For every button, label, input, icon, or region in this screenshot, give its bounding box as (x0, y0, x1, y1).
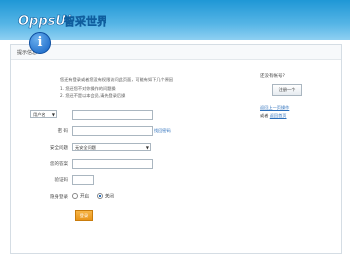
back-link[interactable]: 返回上一页操作 (260, 105, 289, 111)
stealth-row: 隐身登录 开启 关闭 (30, 192, 230, 202)
message-line-2: 1. 您还您不对你操作的问题操 (60, 86, 116, 91)
chevron-down-icon: ▼ (145, 145, 149, 150)
captcha-label: 验证码 (54, 178, 69, 183)
chevron-down-icon: ▼ (51, 112, 55, 117)
site-header: OppsU! 智采世界 (0, 0, 350, 40)
password-input[interactable] (72, 126, 153, 136)
security-row: 安全问题 无安全问题 ▼ (30, 143, 230, 153)
stealth-options: 开启 关闭 (72, 193, 114, 200)
answer-label: 您的答案 (50, 162, 68, 167)
password-label: 密 码 (57, 129, 68, 134)
register-button[interactable]: 注册一个 (272, 84, 302, 96)
message-line-1: 您还有登录或者您没有权限访问此页面，可能有如下几个原因 (60, 77, 174, 82)
security-label: 安全问题 (50, 146, 68, 151)
user-type-value: 用户名 (33, 112, 46, 117)
panel-title-bar: 提示信息 (11, 45, 341, 60)
radio-off[interactable] (96, 193, 103, 199)
message-line-3: 2. 您还不是以本会员,请先登录后操 (60, 93, 126, 98)
username-row: 用户名 ▼ (30, 110, 230, 120)
forgot-password-link[interactable]: 找回密码 (154, 128, 171, 134)
security-question-select[interactable]: 无安全问题 ▼ (72, 143, 151, 151)
radio-on-label: 开启 (80, 194, 89, 200)
home-line: 或者 返回首页 (260, 113, 287, 119)
site-logo[interactable]: OppsU! 智采世界 (16, 10, 106, 30)
home-link[interactable]: 返回首页 (270, 113, 287, 118)
login-button[interactable]: 登录 (75, 210, 93, 221)
info-icon: i (29, 32, 51, 54)
svg-text:智采世界: 智采世界 (64, 14, 106, 28)
no-account-text: 还没有帐号? (260, 74, 285, 79)
radio-off-label: 关闭 (104, 194, 114, 200)
or-text: 或者 (260, 113, 269, 118)
security-question-value: 无安全问题 (75, 145, 96, 150)
radio-on[interactable] (72, 193, 78, 199)
username-input[interactable] (72, 110, 153, 120)
answer-row: 您的答案 (30, 159, 230, 169)
answer-input[interactable] (72, 159, 153, 169)
password-row: 密 码 找回密码 (30, 126, 230, 136)
stealth-label: 隐身登录 (50, 195, 68, 200)
captcha-input[interactable] (72, 175, 94, 185)
user-type-select[interactable]: 用户名 ▼ (30, 110, 57, 118)
captcha-row: 验证码 (30, 175, 230, 185)
